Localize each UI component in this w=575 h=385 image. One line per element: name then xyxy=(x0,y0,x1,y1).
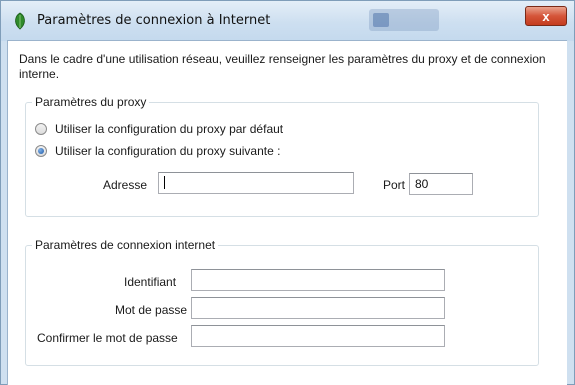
login-label: Identifiant xyxy=(124,275,177,289)
radio-button-default[interactable] xyxy=(35,123,47,135)
background-window-icon xyxy=(373,13,389,27)
window-title: Paramètres de connexion à Internet xyxy=(37,13,271,28)
port-input[interactable] xyxy=(409,173,473,195)
close-button[interactable]: x xyxy=(525,6,567,26)
login-input[interactable] xyxy=(191,269,445,291)
radio-proxy-default[interactable]: Utiliser la configuration du proxy par d… xyxy=(35,121,283,137)
title-bar[interactable]: Paramètres de connexion à Internet x xyxy=(1,1,574,41)
radio-proxy-custom[interactable]: Utiliser la configuration du proxy suiva… xyxy=(35,143,280,159)
radio-proxy-custom-label: Utiliser la configuration du proxy suiva… xyxy=(55,144,281,158)
password-label: Mot de passe xyxy=(115,303,188,317)
port-label: Port xyxy=(383,178,406,192)
description-text: Dans le cadre d'une utilisation réseau, … xyxy=(19,52,546,81)
radio-proxy-default-label: Utiliser la configuration du proxy par d… xyxy=(55,122,284,136)
confirm-password-input[interactable] xyxy=(191,325,445,347)
address-label: Adresse xyxy=(103,178,148,192)
confirm-password-label: Confirmer le mot de passe xyxy=(37,331,178,345)
address-input[interactable] xyxy=(158,172,354,194)
app-leaf-icon xyxy=(15,12,25,30)
proxy-group-legend: Paramètres du proxy xyxy=(35,95,147,109)
connection-group-legend: Paramètres de connexion internet xyxy=(35,238,216,252)
text-caret xyxy=(164,176,165,189)
close-icon: x xyxy=(542,9,550,24)
password-input[interactable] xyxy=(191,297,445,319)
radio-button-custom[interactable] xyxy=(35,145,47,157)
